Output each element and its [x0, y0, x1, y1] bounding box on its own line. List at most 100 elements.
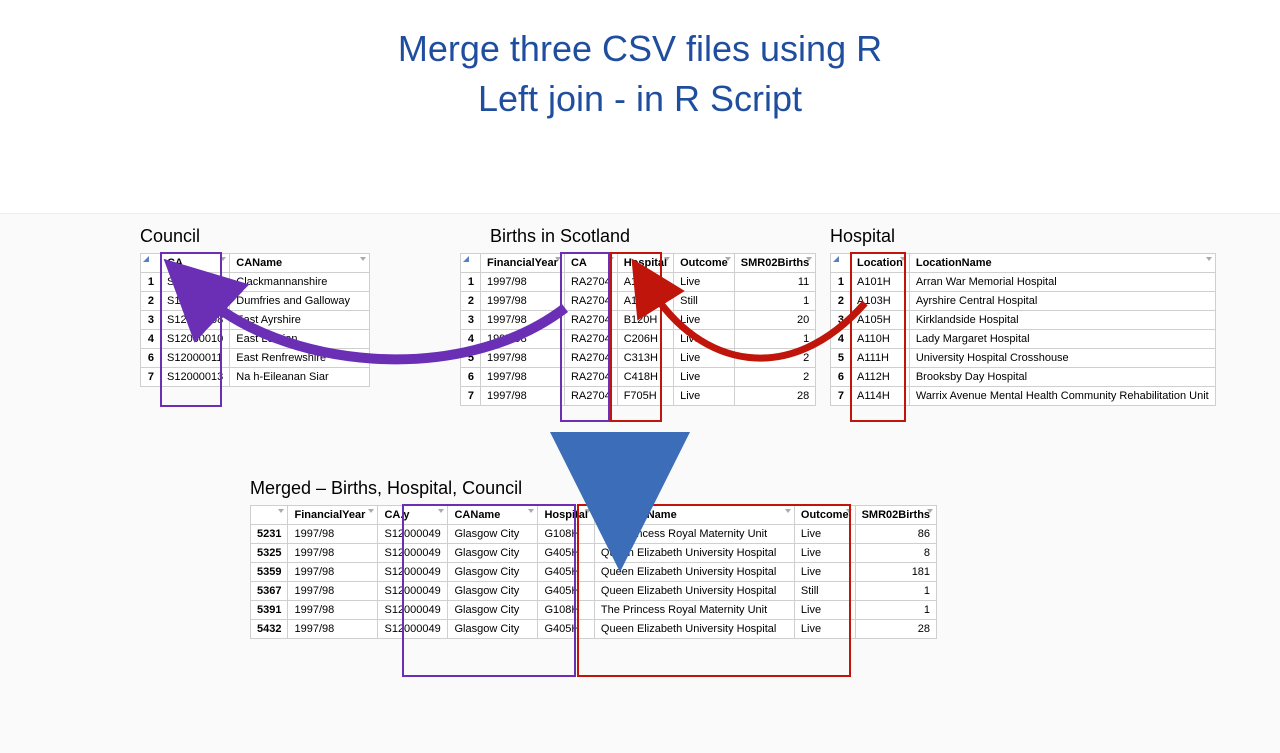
cell: S12000006 [161, 292, 230, 311]
cell: RA2704 [564, 368, 617, 387]
cell: 2 [734, 368, 815, 387]
cell: S12000008 [161, 311, 230, 330]
table-row: 4A110HLady Margaret Hospital [831, 330, 1216, 349]
table-row: 53911997/98S12000049Glasgow CityG108HThe… [251, 601, 937, 620]
cell: 6 [461, 368, 481, 387]
col-locationname: LocationName [909, 254, 1215, 273]
council-label: Council [140, 226, 370, 247]
cell: Live [794, 563, 855, 582]
cell: Arran War Memorial Hospital [909, 273, 1215, 292]
cell: 6 [141, 349, 161, 368]
cell: 5325 [251, 544, 288, 563]
cell: 2 [141, 292, 161, 311]
cell: 3 [831, 311, 851, 330]
col-locname: LocationName [594, 506, 794, 525]
cell: 8 [855, 544, 936, 563]
cell: 4 [831, 330, 851, 349]
cell: A105H [851, 311, 910, 330]
table-row: 53591997/98S12000049Glasgow CityG405HQue… [251, 563, 937, 582]
cell: S12000049 [378, 563, 448, 582]
cell: 1997/98 [481, 311, 565, 330]
cell: RA2704 [564, 387, 617, 406]
council-table: CA CAName 1S12000005Clackmannanshire2S12… [140, 253, 370, 387]
cell: RA2704 [564, 349, 617, 368]
cell: RA2704 [564, 311, 617, 330]
cell: 86 [855, 525, 936, 544]
table-row: 7A114HWarrix Avenue Mental Health Commun… [831, 387, 1216, 406]
cell: Live [794, 544, 855, 563]
cell: G108H [538, 525, 594, 544]
cell: East Renfrewshire [230, 349, 370, 368]
cell: 5359 [251, 563, 288, 582]
col-smr: SMR02Births [855, 506, 936, 525]
cell: B120H [617, 311, 673, 330]
cell: G405H [538, 563, 594, 582]
table-row: 4S12000010East Lothian [141, 330, 370, 349]
cell: 2 [461, 292, 481, 311]
cell: 1 [141, 273, 161, 292]
cell: Kirklandside Hospital [909, 311, 1215, 330]
cell: 1 [734, 292, 815, 311]
cell: 1997/98 [481, 292, 565, 311]
page-title-2: Left join - in R Script [0, 78, 1280, 120]
cell: 1997/98 [481, 330, 565, 349]
cell: A103H [617, 273, 673, 292]
cell: A103H [851, 292, 910, 311]
cell: S12000049 [378, 544, 448, 563]
cell: 1997/98 [288, 525, 378, 544]
cell: Live [674, 273, 735, 292]
cell: 1997/98 [481, 368, 565, 387]
cell: S12000013 [161, 368, 230, 387]
cell: 1 [855, 601, 936, 620]
cell: 7 [831, 387, 851, 406]
cell: S12000005 [161, 273, 230, 292]
cell: 1 [461, 273, 481, 292]
cell: 11 [734, 273, 815, 292]
cell: F705H [617, 387, 673, 406]
cell: Queen Elizabeth University Hospital [594, 544, 794, 563]
cell: East Lothian [230, 330, 370, 349]
table-row: 3S12000008East Ayrshire [141, 311, 370, 330]
hospital-label: Hospital [830, 226, 1216, 247]
sort-corner [831, 254, 851, 273]
rownum-col [251, 506, 288, 525]
hospital-table: Location LocationName 1A101HArran War Me… [830, 253, 1216, 406]
cell: Queen Elizabeth University Hospital [594, 582, 794, 601]
cell: RA2704 [564, 330, 617, 349]
cell: RA2704 [564, 273, 617, 292]
cell: Still [674, 292, 735, 311]
table-row: 54321997/98S12000049Glasgow CityG405HQue… [251, 620, 937, 639]
col-smr: SMR02Births [734, 254, 815, 273]
table-row: 2A103HAyrshire Central Hospital [831, 292, 1216, 311]
cell: 4 [461, 330, 481, 349]
table-row: 6S12000011East Renfrewshire [141, 349, 370, 368]
cell: Ayrshire Central Hospital [909, 292, 1215, 311]
cell: Glasgow City [448, 582, 538, 601]
births-label: Births in Scotland [490, 226, 816, 247]
cell: Glasgow City [448, 544, 538, 563]
cell: The Princess Royal Maternity Unit [594, 525, 794, 544]
cell: Live [794, 525, 855, 544]
col-caname: CAName [230, 254, 370, 273]
cell: S12000049 [378, 582, 448, 601]
cell: S12000011 [161, 349, 230, 368]
cell: 5432 [251, 620, 288, 639]
cell: 2 [831, 292, 851, 311]
cell: Queen Elizabeth University Hospital [594, 563, 794, 582]
cell: 7 [461, 387, 481, 406]
cell: 5391 [251, 601, 288, 620]
cell: S12000049 [378, 620, 448, 639]
cell: Lady Margaret Hospital [909, 330, 1215, 349]
cell: 7 [141, 368, 161, 387]
col-ca: CA [161, 254, 230, 273]
table-row: 53251997/98S12000049Glasgow CityG405HQue… [251, 544, 937, 563]
cell: 1 [855, 582, 936, 601]
cell: 3 [461, 311, 481, 330]
col-cay: CA.y [378, 506, 448, 525]
cell: 1 [734, 330, 815, 349]
cell: Glasgow City [448, 563, 538, 582]
cell: Live [674, 330, 735, 349]
cell: 2 [734, 349, 815, 368]
cell: 1997/98 [481, 349, 565, 368]
cell: C418H [617, 368, 673, 387]
